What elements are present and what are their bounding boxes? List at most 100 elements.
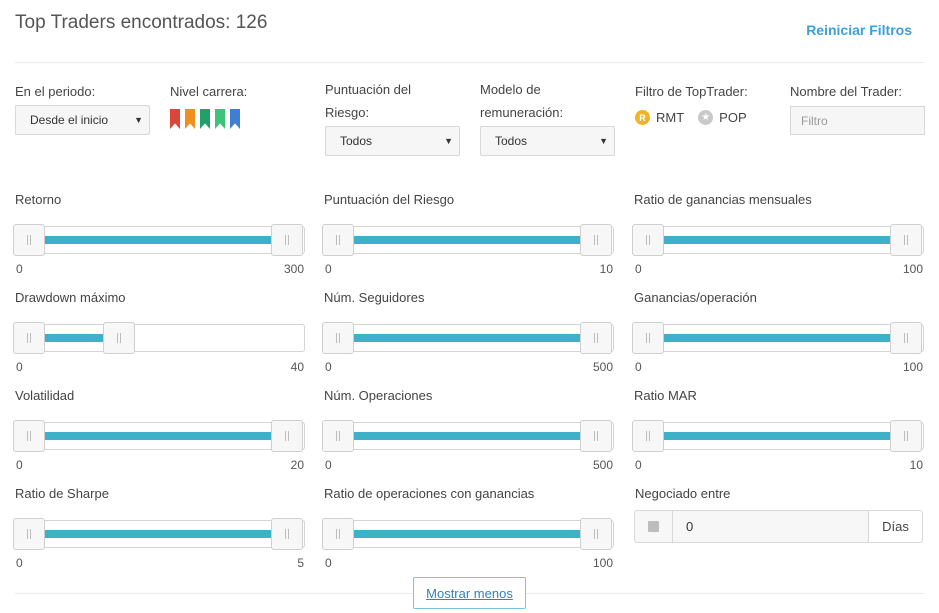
pop-filter-option[interactable]: ★ POP <box>698 110 747 125</box>
slider-label: Puntuación del Riesgo <box>324 192 455 207</box>
slider-min-handle[interactable] <box>322 518 354 550</box>
slider-max-handle[interactable] <box>580 224 612 256</box>
risk-score-select-value: Todos <box>340 134 373 148</box>
slider-max-handle[interactable] <box>580 322 612 354</box>
slider-min-handle[interactable] <box>632 224 664 256</box>
divider <box>15 62 924 63</box>
slider-min-handle[interactable] <box>13 322 45 354</box>
rmt-badge-icon: R <box>635 110 650 125</box>
grip-icon <box>27 235 31 245</box>
remuneration-label-line1: Modelo de <box>480 82 541 97</box>
slider-range-fill <box>649 432 907 440</box>
slider-min-handle[interactable] <box>632 420 664 452</box>
checkbox-icon <box>648 521 659 532</box>
slider-max-handle[interactable] <box>103 322 136 354</box>
trader-name-label: Nombre del Trader: <box>790 84 902 99</box>
period-select[interactable]: Desde el inicio ▼ <box>15 105 150 135</box>
risk-score-label-line1: Puntuación del <box>325 82 412 97</box>
dropdown-arrow-icon: ▼ <box>444 136 453 146</box>
slider-max-value: 500 <box>592 458 613 472</box>
range-slider[interactable] <box>632 322 924 354</box>
remuneration-label: Modelo de remuneración: <box>480 78 563 124</box>
grip-icon <box>646 333 650 343</box>
slider-range-fill <box>339 530 597 538</box>
slider-range-fill <box>339 334 597 342</box>
slider-max-value: 500 <box>592 360 613 374</box>
remuneration-select[interactable]: Todos ▼ <box>480 126 615 156</box>
trader-name-input[interactable] <box>790 106 925 135</box>
traded-between-days-input[interactable] <box>674 511 870 542</box>
slider-label: Núm. Seguidores <box>324 290 425 305</box>
slider-label: Retorno <box>15 192 62 207</box>
page-title: Top Traders encontrados: 126 <box>15 12 268 33</box>
grip-icon <box>594 431 598 441</box>
career-ribbon-icon[interactable] <box>185 109 195 129</box>
career-ribbon-icon[interactable] <box>230 109 240 129</box>
rmt-label: RMT <box>656 110 685 125</box>
slider-min-handle[interactable] <box>13 518 45 550</box>
traded-between-label: Negociado entre <box>635 486 731 501</box>
traded-between-checkbox[interactable] <box>635 511 673 542</box>
grip-icon <box>285 529 289 539</box>
slider-label: Ganancias/operación <box>634 290 757 305</box>
slider-min-handle[interactable] <box>632 322 664 354</box>
grip-icon <box>904 431 908 441</box>
slider-max-value: 300 <box>283 262 304 276</box>
slider-min-handle[interactable] <box>322 322 354 354</box>
slider-max-value: 10 <box>599 262 613 276</box>
traded-between-field: Días <box>634 510 923 543</box>
slider-max-handle[interactable] <box>890 420 922 452</box>
range-slider[interactable] <box>13 420 305 452</box>
range-slider[interactable] <box>13 518 305 550</box>
range-slider[interactable] <box>322 322 614 354</box>
grip-icon <box>27 529 31 539</box>
career-ribbon-icon[interactable] <box>200 109 210 129</box>
slider-max-value: 20 <box>290 458 304 472</box>
rmt-filter-option[interactable]: R RMT <box>635 110 684 125</box>
dropdown-arrow-icon: ▼ <box>134 115 143 125</box>
toptrader-filter-options: R RMT ★ POP <box>635 110 761 125</box>
range-slider[interactable] <box>322 224 614 256</box>
grip-icon <box>594 529 598 539</box>
slider-range-fill <box>339 432 597 440</box>
slider-range-fill <box>649 334 907 342</box>
slider-max-handle[interactable] <box>890 322 922 354</box>
range-slider[interactable] <box>13 322 305 354</box>
slider-min-handle[interactable] <box>13 420 45 452</box>
slider-label: Ratio MAR <box>634 388 697 403</box>
grip-icon <box>646 235 650 245</box>
range-slider[interactable] <box>322 518 614 550</box>
slider-max-handle[interactable] <box>580 420 612 452</box>
slider-min-handle[interactable] <box>13 224 45 256</box>
dropdown-arrow-icon: ▼ <box>599 136 608 146</box>
slider-range-fill <box>30 530 288 538</box>
risk-score-select[interactable]: Todos ▼ <box>325 126 460 156</box>
slider-min-handle[interactable] <box>322 224 354 256</box>
slider-range-fill <box>30 432 288 440</box>
slider-label: Ratio de ganancias mensuales <box>634 192 812 207</box>
career-ribbon-icon[interactable] <box>215 109 225 129</box>
slider-max-value: 5 <box>297 556 304 570</box>
range-slider[interactable] <box>322 420 614 452</box>
period-label: En el periodo: <box>15 84 96 99</box>
career-ribbon-icon[interactable] <box>170 109 180 129</box>
slider-min-handle[interactable] <box>322 420 354 452</box>
slider-max-handle[interactable] <box>580 518 612 550</box>
slider-max-handle[interactable] <box>271 420 303 452</box>
remuneration-label-line2: remuneración: <box>480 105 564 120</box>
slider-label: Drawdown máximo <box>15 290 126 305</box>
range-slider[interactable] <box>632 224 924 256</box>
slider-max-handle[interactable] <box>890 224 922 256</box>
slider-label: Ratio de operaciones con ganancias <box>324 486 535 501</box>
slider-max-value: 40 <box>290 360 304 374</box>
range-slider[interactable] <box>632 420 924 452</box>
slider-label: Núm. Operaciones <box>324 388 433 403</box>
slider-max-handle[interactable] <box>271 518 303 550</box>
slider-max-handle[interactable] <box>271 224 303 256</box>
range-slider[interactable] <box>13 224 305 256</box>
slider-label: Volatilidad <box>15 388 75 403</box>
grip-icon <box>27 431 31 441</box>
show-less-button[interactable]: Mostrar menos <box>413 577 526 609</box>
slider-range-fill <box>649 236 907 244</box>
reset-filters-link[interactable]: Reiniciar Filtros <box>806 22 912 38</box>
